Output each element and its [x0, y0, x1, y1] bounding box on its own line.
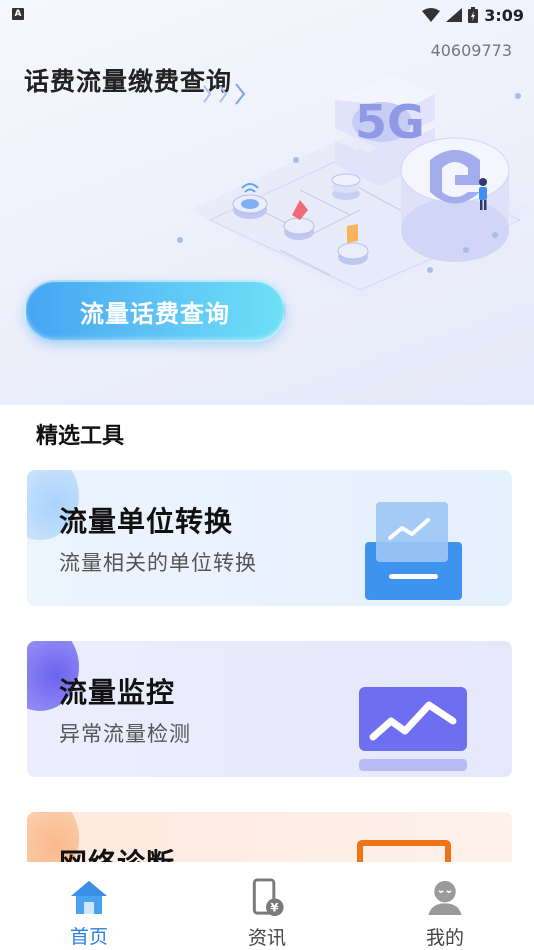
nav-item-home[interactable]: 首页: [29, 862, 149, 950]
nav-label-home: 首页: [69, 926, 108, 948]
section-title: 精选工具: [36, 424, 125, 449]
svg-text:5G: 5G: [355, 95, 425, 149]
card-title: 流量单位转换: [59, 505, 234, 538]
tool-card-traffic-monitor[interactable]: 流量监控 异常流量检测: [27, 641, 512, 777]
signal-icon: [446, 8, 463, 22]
query-button[interactable]: 流量话费查询: [24, 280, 286, 342]
card-subtitle: 异常流量检测: [59, 722, 191, 746]
status-time: 3:09: [484, 5, 524, 25]
hero-code: 40609773: [430, 41, 512, 60]
notification-badge-icon: A: [12, 8, 24, 20]
wifi-icon: [422, 8, 441, 22]
tool-card-unit-conversion[interactable]: 流量单位转换 流量相关的单位转换: [27, 470, 512, 606]
nav-item-profile[interactable]: 我的: [385, 862, 505, 950]
status-right: 3:09: [422, 4, 524, 26]
home-icon: [71, 881, 107, 914]
trend-monitor-icon: [359, 687, 467, 771]
nav-item-news[interactable]: ¥ 资讯: [207, 862, 327, 950]
phone-yen-icon: ¥: [252, 878, 284, 917]
card-subtitle: 流量相关的单位转换: [59, 551, 257, 575]
user-icon: [428, 880, 462, 916]
battery-icon: [468, 7, 479, 23]
status-bar: A 3:09: [0, 0, 534, 30]
bottom-nav: 首页 ¥ 资讯 我的: [0, 862, 534, 950]
card-title: 流量监控: [59, 676, 176, 709]
nav-label-news: 资讯: [247, 927, 286, 949]
chart-tray-icon: [365, 502, 462, 600]
hero-banner: A 3:09 40609773 话费流量缴费查询 5G 流量话费查询: [0, 0, 534, 405]
nav-label-profile: 我的: [425, 927, 464, 949]
svg-text:¥: ¥: [270, 901, 278, 915]
